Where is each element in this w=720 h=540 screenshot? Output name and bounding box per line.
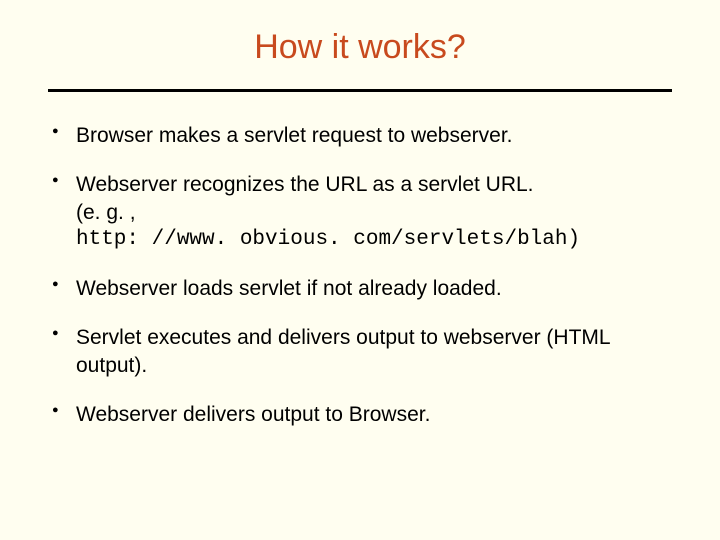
list-item: Webserver loads servlet if not already l… bbox=[48, 275, 672, 302]
bullet-text: Webserver loads servlet if not already l… bbox=[76, 277, 502, 300]
bullet-text: Browser makes a servlet request to webse… bbox=[76, 124, 513, 147]
bullet-subtext: (e. g. , bbox=[76, 199, 672, 226]
bullet-text: Servlet executes and delivers output to … bbox=[76, 326, 610, 376]
list-item: Webserver recognizes the URL as a servle… bbox=[48, 171, 672, 253]
list-item: Browser makes a servlet request to webse… bbox=[48, 122, 672, 149]
bullet-text: Webserver delivers output to Browser. bbox=[76, 403, 430, 426]
bullet-list: Browser makes a servlet request to webse… bbox=[48, 122, 672, 428]
list-item: Webserver delivers output to Browser. bbox=[48, 401, 672, 428]
slide-title: How it works? bbox=[48, 28, 672, 67]
bullet-text: Webserver recognizes the URL as a servle… bbox=[76, 173, 534, 196]
list-item: Servlet executes and delivers output to … bbox=[48, 324, 672, 379]
divider bbox=[48, 89, 672, 92]
bullet-code: http: //www. obvious. com/servlets/blah) bbox=[76, 226, 672, 253]
slide: How it works? Browser makes a servlet re… bbox=[0, 0, 720, 540]
